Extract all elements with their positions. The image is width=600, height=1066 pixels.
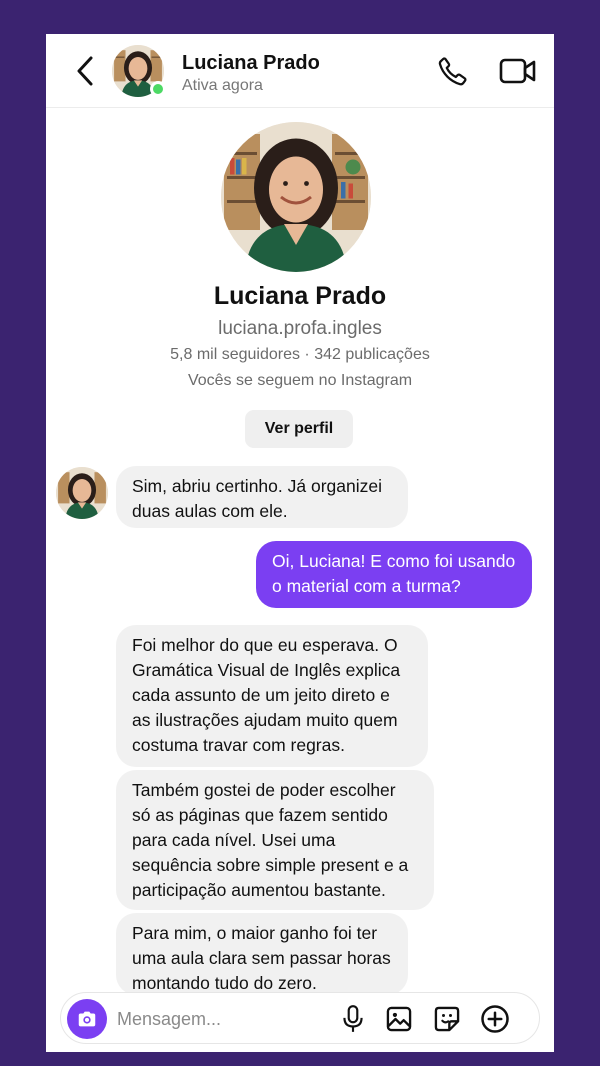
- message-composer: [60, 992, 540, 1044]
- video-camera-icon: [499, 58, 536, 84]
- sticker-button[interactable]: [431, 1003, 463, 1035]
- more-options-button[interactable]: [479, 1003, 511, 1035]
- camera-button[interactable]: [67, 999, 107, 1039]
- profile-avatar[interactable]: [221, 122, 371, 272]
- phone-icon: [438, 57, 467, 86]
- back-button[interactable]: [70, 54, 100, 88]
- avatar: [221, 122, 371, 272]
- message-bubble-incoming[interactable]: Também gostei de poder escolher só as pá…: [116, 770, 434, 910]
- voice-message-button[interactable]: [337, 1003, 369, 1035]
- message-bubble-incoming[interactable]: Para mim, o maior ganho foi ter uma aula…: [116, 913, 408, 995]
- gallery-button[interactable]: [383, 1003, 415, 1035]
- microphone-icon: [343, 1005, 363, 1032]
- chevron-left-icon: [77, 56, 93, 86]
- image-icon: [386, 1006, 412, 1032]
- message-avatar[interactable]: [56, 467, 108, 519]
- profile-name: Luciana Prado: [213, 282, 387, 310]
- message-input[interactable]: [117, 1003, 317, 1035]
- camera-icon: [78, 1011, 96, 1027]
- avatar: [56, 467, 108, 519]
- active-status: Ativa agora: [182, 77, 263, 94]
- video-call-button[interactable]: [498, 54, 538, 88]
- profile-username: luciana.profa.ingles: [218, 318, 382, 339]
- online-indicator: [150, 81, 166, 97]
- message-bubble-incoming[interactable]: Sim, abriu certinho. Já organizei duas a…: [116, 466, 408, 528]
- view-profile-button[interactable]: Ver perfil: [245, 410, 353, 448]
- header-avatar[interactable]: [112, 45, 166, 97]
- message-bubble-outgoing[interactable]: Oi, Luciana! E como foi usando o materia…: [256, 541, 532, 608]
- sticker-icon: [434, 1006, 460, 1032]
- chat-header: Luciana Prado Ativa agora: [46, 34, 554, 108]
- message-bubble-incoming[interactable]: Foi melhor do que eu esperava. O Gramáti…: [116, 625, 428, 767]
- mutual-follow-note: Vocês se seguem no Instagram: [187, 372, 413, 389]
- profile-stats: 5,8 mil seguidores · 342 publicações: [170, 346, 430, 363]
- contact-name[interactable]: Luciana Prado: [182, 52, 320, 75]
- call-button[interactable]: [436, 54, 470, 88]
- plus-icon: [481, 1005, 509, 1033]
- chat-screen: Luciana Prado Ativa agora Luciana Prado …: [46, 34, 554, 1052]
